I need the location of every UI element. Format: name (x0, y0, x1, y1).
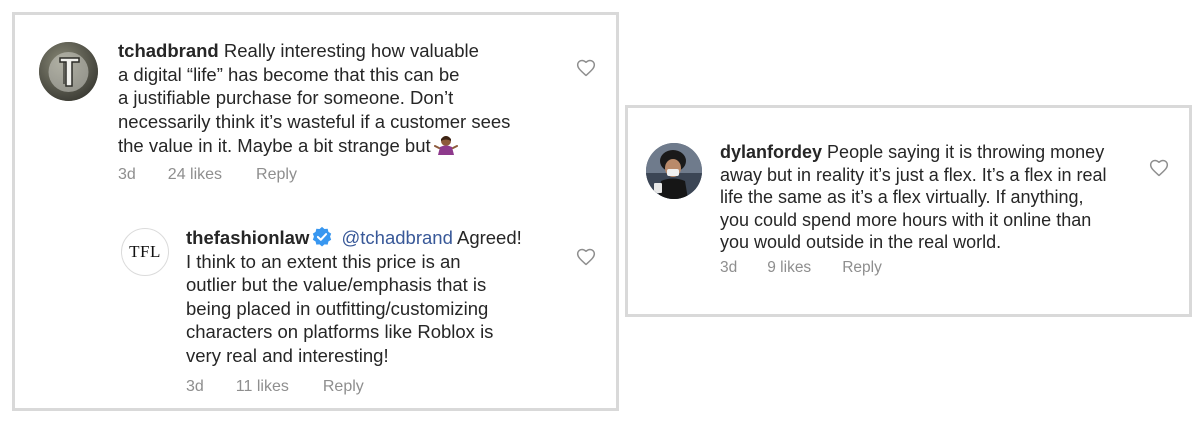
comment-meta: 3d 24 likes Reply (118, 166, 297, 184)
comment-line: the value in it. Maybe a bit strange but (118, 135, 431, 157)
comment-time: 3d (720, 259, 738, 276)
username[interactable]: dylanfordey (720, 142, 822, 162)
reply-button[interactable]: Reply (842, 259, 882, 277)
person-shrugging-emoji-icon (433, 133, 458, 157)
comments-panel-left: tchadbrand Really interesting how valuab… (12, 12, 619, 411)
comment-line: life the same as it’s a flex virtually. … (720, 187, 1084, 208)
likes-count[interactable]: 24 likes (168, 166, 222, 184)
comment-dylanfordey: dylanfordey People saying it is throwing… (628, 108, 1189, 314)
comments-panel-right: dylanfordey People saying it is throwing… (625, 105, 1192, 317)
like-heart-icon[interactable] (576, 58, 596, 78)
like-heart-icon[interactable] (1149, 158, 1169, 178)
comment-line: characters on platforms like Roblox is (186, 321, 494, 343)
comment-text: tchadbrand Really interesting how valuab… (118, 39, 568, 158)
comment-line: being placed in outfitting/customizing (186, 297, 489, 319)
mention-link[interactable]: @tchadbrand (342, 227, 453, 248)
comment-line: you could spend more hours with it onlin… (720, 209, 1092, 230)
comment-tchadbrand: tchadbrand Really interesting how valuab… (15, 15, 616, 195)
like-heart-icon[interactable] (576, 247, 596, 267)
likes-count[interactable]: 9 likes (767, 259, 811, 277)
comment-line: I think to an extent this price is an (186, 250, 461, 272)
verified-badge-icon (313, 226, 332, 247)
comment-text: dylanfordey People saying it is throwing… (720, 141, 1140, 254)
username[interactable]: tchadbrand (118, 40, 219, 61)
username[interactable]: thefashionlaw (186, 227, 309, 248)
avatar-text: TFL (129, 242, 161, 261)
comment-line: away but in reality it’s just a flex. It… (720, 164, 1107, 185)
comment-line: a digital “life” has become that this ca… (118, 63, 460, 85)
reply-thefashionlaw: TFL thefashionlaw @tchadbrand Agreed! I … (15, 215, 616, 410)
comment-line: very real and interesting! (186, 344, 389, 366)
comment-time: 3d (118, 166, 136, 183)
comment-line: you would outside in the real world. (720, 232, 1002, 253)
comment-line: Agreed! (456, 227, 522, 248)
avatar[interactable] (39, 42, 98, 101)
comment-line: necessarily think it’s wasteful if a cus… (118, 110, 511, 132)
avatar[interactable] (646, 143, 702, 199)
reply-button[interactable]: Reply (256, 166, 297, 184)
comment-text: thefashionlaw @tchadbrand Agreed! I thin… (186, 226, 586, 368)
person-photo-avatar-icon (646, 143, 702, 199)
comment-line: outlier but the value/emphasis that is (186, 274, 487, 296)
comment-meta: 3d 11 likes Reply (186, 378, 364, 396)
comment-line: Really interesting how valuable (223, 40, 479, 61)
avatar[interactable]: TFL (121, 228, 169, 276)
comment-meta: 3d 9 likes Reply (720, 259, 882, 277)
reply-button[interactable]: Reply (323, 378, 364, 396)
likes-count[interactable]: 11 likes (236, 378, 289, 396)
comment-time: 3d (186, 378, 204, 395)
rock-logo-avatar-icon (39, 42, 98, 101)
comment-line: a justifiable purchase for someone. Don’… (118, 87, 454, 109)
comment-line: People saying it is throwing money (827, 142, 1105, 162)
